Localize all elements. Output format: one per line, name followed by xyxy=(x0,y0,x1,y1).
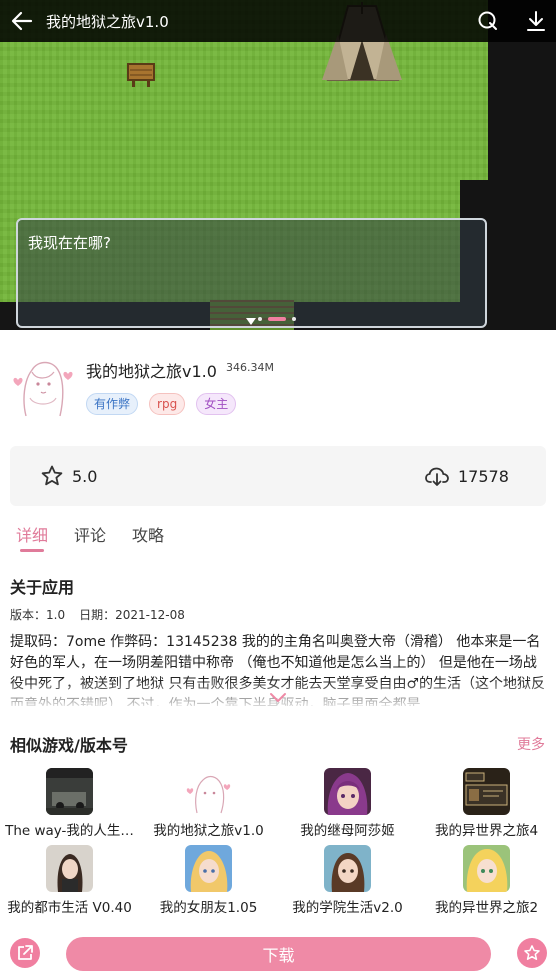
downloads-value: 17578 xyxy=(458,466,509,486)
download-button[interactable]: 下载 xyxy=(66,937,491,971)
page-title: 我的地狱之旅v1.0 xyxy=(46,13,169,31)
star-icon xyxy=(524,945,540,960)
app-size: 346.34M xyxy=(226,361,274,374)
dialog-continue-icon xyxy=(246,318,256,325)
star-icon xyxy=(41,465,63,486)
tag-list: 有作弊 rpg 女主 xyxy=(86,393,237,415)
chevron-down-icon[interactable] xyxy=(268,692,288,704)
tag-cheat[interactable]: 有作弊 xyxy=(86,393,139,415)
game-card[interactable]: 我的继母阿莎姬 xyxy=(278,768,417,839)
carousel-indicator xyxy=(258,317,296,321)
game-card[interactable]: 我的异世界之旅4 xyxy=(417,768,556,839)
game-name: 我的女朋友1.05 xyxy=(159,900,258,916)
app-meta: 版本：1.0 日期：2021-12-08 xyxy=(10,606,185,623)
download-count: 17578 xyxy=(424,464,509,488)
game-name: The way-我的人生… xyxy=(5,823,134,839)
game-name: 我的继母阿莎姬 xyxy=(300,823,395,839)
back-button[interactable] xyxy=(8,7,36,35)
game-thumbnail xyxy=(185,768,232,815)
search-button[interactable] xyxy=(474,7,502,35)
arrow-left-icon xyxy=(11,11,33,31)
wooden-sign-sprite xyxy=(127,63,155,87)
app-header: 我的地狱之旅v1.0 346.34M 有作弊 rpg 女主 xyxy=(0,330,556,440)
carousel-dot[interactable] xyxy=(292,317,296,321)
game-dialog-box: 我现在在哪? xyxy=(16,218,487,328)
dialog-text: 我现在在哪? xyxy=(28,234,111,252)
detail-tabs: 详细 评论 攻略 xyxy=(16,522,164,552)
app-icon xyxy=(12,350,74,420)
app-name: 我的地狱之旅v1.0 xyxy=(86,362,217,381)
game-name: 我的都市生活 V0.40 xyxy=(7,900,132,916)
top-bar: 我的地狱之旅v1.0 xyxy=(0,0,556,42)
search-icon xyxy=(478,11,497,30)
app-detail-page: 我现在在哪? 我的地狱之旅v1.0 我的地狱之旅v1.0 346.34M 有作弊… xyxy=(0,0,556,978)
cloud-download-icon xyxy=(425,467,449,486)
game-thumbnail xyxy=(46,768,93,815)
game-thumbnail xyxy=(463,845,510,892)
rating-value: 5.0 xyxy=(72,466,98,486)
download-icon xyxy=(527,11,545,31)
version-label: 版本：1.0 xyxy=(10,608,66,622)
carousel-dot-active[interactable] xyxy=(268,317,286,321)
more-link[interactable]: 更多 xyxy=(517,734,545,754)
favorite-button[interactable] xyxy=(517,938,547,968)
date-label: 日期：2021-12-08 xyxy=(79,608,185,622)
similar-title: 相似游戏/版本号 xyxy=(10,736,128,755)
game-card[interactable]: 我的都市生活 V0.40 xyxy=(0,845,139,916)
game-name: 我的学院生活v2.0 xyxy=(292,900,403,916)
game-thumbnail xyxy=(324,845,371,892)
tab-details[interactable]: 详细 xyxy=(16,522,48,552)
game-thumbnail xyxy=(185,845,232,892)
screenshot-carousel[interactable]: 我现在在哪? 我的地狱之旅v1.0 xyxy=(0,0,556,330)
rating[interactable]: 5.0 xyxy=(40,464,97,488)
share-button[interactable] xyxy=(10,938,40,968)
game-card[interactable]: 我的学院生活v2.0 xyxy=(278,845,417,916)
game-thumbnail xyxy=(324,768,371,815)
game-thumbnail xyxy=(463,768,510,815)
game-name: 我的异世界之旅4 xyxy=(434,823,539,839)
game-card[interactable]: 我的女朋友1.05 xyxy=(139,845,278,916)
game-name: 我的地狱之旅v1.0 xyxy=(153,823,264,839)
game-card[interactable]: 我的地狱之旅v1.0 xyxy=(139,768,278,839)
game-card[interactable]: 我的异世界之旅2 xyxy=(417,845,556,916)
bottom-action-bar: 下载 xyxy=(0,930,556,978)
tab-comments[interactable]: 评论 xyxy=(74,522,106,550)
tag-female-lead[interactable]: 女主 xyxy=(196,393,237,415)
game-thumbnail xyxy=(46,845,93,892)
stats-card: 5.0 17578 xyxy=(10,446,546,506)
download-top-button[interactable] xyxy=(522,7,550,35)
tag-rpg[interactable]: rpg xyxy=(149,393,186,415)
tab-guides[interactable]: 攻略 xyxy=(132,522,164,550)
share-icon xyxy=(18,945,33,960)
game-name: 我的异世界之旅2 xyxy=(434,900,539,916)
about-title: 关于应用 xyxy=(10,578,75,597)
carousel-dot[interactable] xyxy=(258,317,262,321)
game-card[interactable]: The way-我的人生… xyxy=(0,768,139,839)
